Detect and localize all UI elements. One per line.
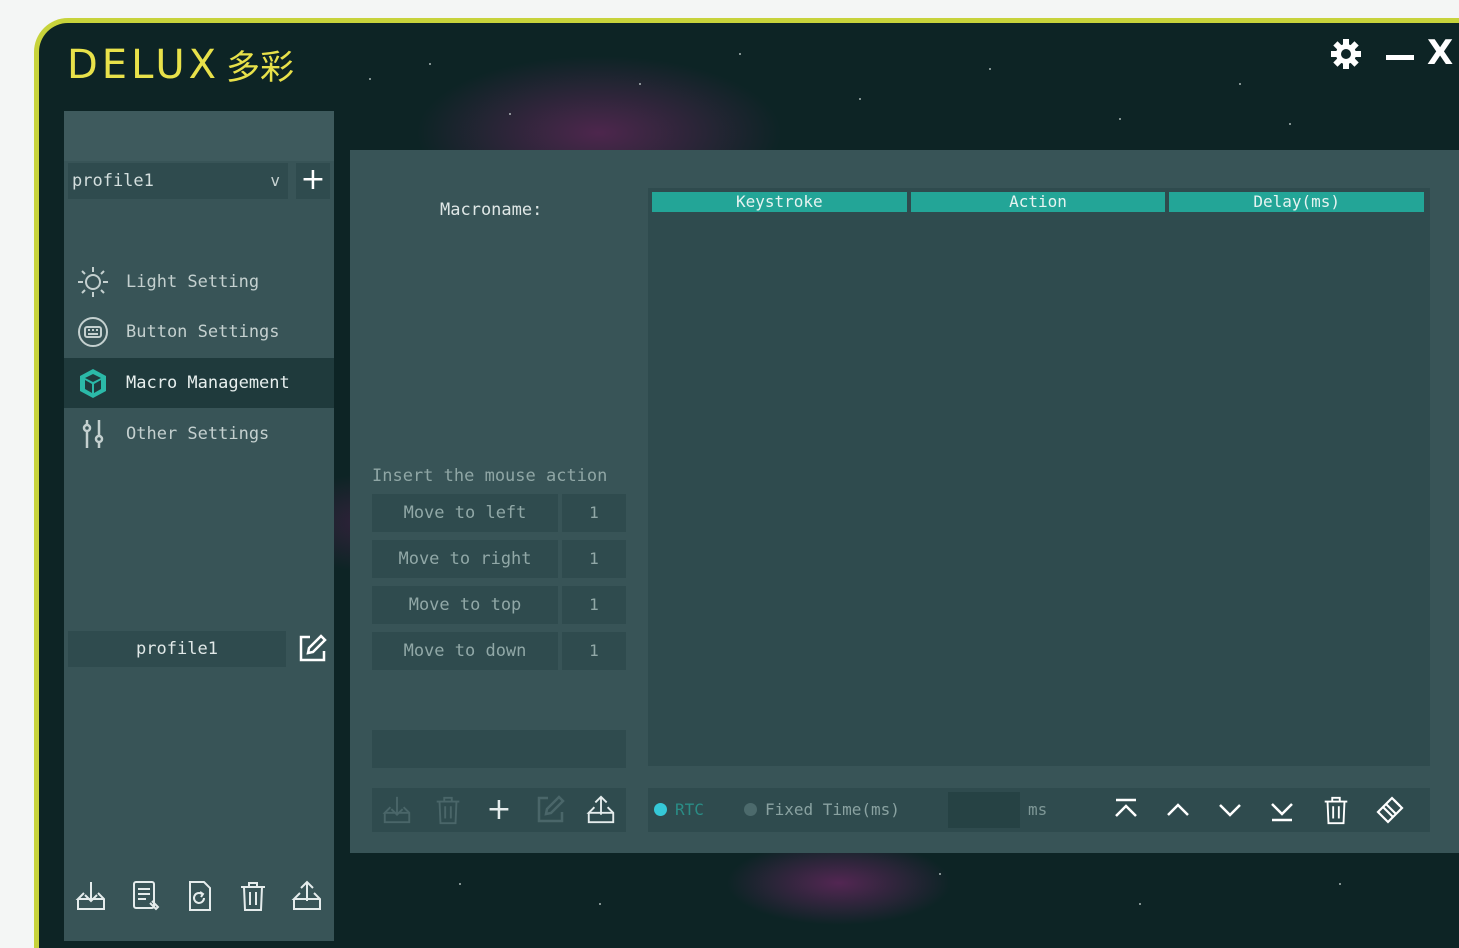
- sidebar-item-macro-management[interactable]: Macro Management: [64, 358, 334, 408]
- rtc-radio[interactable]: RTC: [654, 800, 704, 819]
- star: [989, 68, 991, 70]
- app-logo: DELUX 多彩: [67, 45, 294, 85]
- macro-name-input[interactable]: [372, 730, 626, 768]
- macro-events-table[interactable]: Keystroke Action Delay(ms): [648, 188, 1430, 766]
- star: [599, 903, 601, 905]
- move-top-amount[interactable]: 1: [562, 586, 626, 624]
- trash-icon[interactable]: [1320, 794, 1352, 826]
- macro-panel: Macroname: Insert the mouse action Move …: [350, 150, 1459, 853]
- keyboard-icon: [76, 315, 110, 349]
- star: [1289, 123, 1291, 125]
- clear-icon[interactable]: [1374, 794, 1406, 826]
- sidebar-header: [64, 111, 334, 161]
- column-keystroke: Keystroke: [652, 192, 907, 212]
- cube-icon: [76, 366, 110, 400]
- star: [1239, 83, 1241, 85]
- star: [1339, 883, 1341, 885]
- export-icon[interactable]: [585, 794, 617, 826]
- star: [509, 113, 511, 115]
- move-left-button[interactable]: Move to left: [372, 494, 558, 532]
- profile-dropdown-value: profile1: [72, 171, 154, 191]
- brand-name: DELUX: [67, 42, 221, 88]
- import-icon[interactable]: [74, 879, 108, 913]
- fixed-time-input[interactable]: [948, 792, 1020, 828]
- move-down-button[interactable]: Move to down: [372, 632, 558, 670]
- star: [459, 883, 461, 885]
- macroname-label: Macroname:: [440, 200, 543, 220]
- edit-icon[interactable]: [296, 633, 328, 665]
- column-action: Action: [910, 192, 1166, 212]
- move-top-button[interactable]: Move to top: [372, 586, 558, 624]
- sidebar-item-other-settings[interactable]: Other Settings: [64, 409, 334, 459]
- rtc-label: RTC: [675, 800, 704, 819]
- reset-profile-icon[interactable]: [182, 879, 216, 913]
- sidebar-item-label: Macro Management: [126, 373, 290, 393]
- export-icon[interactable]: [290, 879, 324, 913]
- trash-icon[interactable]: [236, 879, 270, 913]
- macro-toolbar: +: [372, 788, 626, 832]
- app-window: DELUX 多彩 X profile1 v + Light Setting Bu…: [34, 18, 1459, 948]
- profile-name-field[interactable]: profile1: [68, 631, 286, 667]
- mouse-action-move-top: Move to top 1: [372, 586, 626, 624]
- sidebar-item-button-settings[interactable]: Button Settings: [64, 307, 334, 357]
- move-down-icon[interactable]: [1214, 794, 1246, 826]
- sidebar-footer: [64, 871, 334, 921]
- mouse-action-section-title: Insert the mouse action: [372, 466, 608, 486]
- star: [639, 83, 641, 85]
- star: [859, 98, 861, 100]
- move-right-amount[interactable]: 1: [562, 540, 626, 578]
- star: [1139, 903, 1141, 905]
- column-delay: Delay(ms): [1169, 192, 1425, 212]
- ms-unit-label: ms: [1028, 800, 1048, 819]
- chevron-down-icon: v: [270, 171, 280, 190]
- move-to-bottom-icon[interactable]: [1266, 794, 1298, 826]
- import-icon[interactable]: [381, 794, 413, 826]
- brand-name-cn: 多彩: [226, 48, 295, 88]
- minimize-icon[interactable]: [1386, 55, 1414, 60]
- star: [369, 78, 371, 80]
- close-icon[interactable]: X: [1427, 33, 1453, 73]
- move-down-amount[interactable]: 1: [562, 632, 626, 670]
- sidebar-item-label: Other Settings: [126, 424, 270, 444]
- radio-selected-icon: [654, 803, 667, 816]
- star: [739, 53, 741, 55]
- sidebar: profile1 v + Light Setting Button Settin…: [64, 111, 334, 941]
- star: [1119, 118, 1121, 120]
- delay-toolbar: RTC Fixed Time(ms) ms: [648, 788, 1430, 832]
- fixed-time-label: Fixed Time(ms): [765, 800, 900, 819]
- move-right-button[interactable]: Move to right: [372, 540, 558, 578]
- move-left-amount[interactable]: 1: [562, 494, 626, 532]
- move-up-icon[interactable]: [1162, 794, 1194, 826]
- table-header: Keystroke Action Delay(ms): [652, 192, 1425, 212]
- move-to-top-icon[interactable]: [1110, 794, 1142, 826]
- mouse-action-move-down: Move to down 1: [372, 632, 626, 670]
- edit-icon[interactable]: [534, 794, 566, 826]
- mouse-action-move-left: Move to left 1: [372, 494, 626, 532]
- star: [939, 873, 941, 875]
- add-profile-button[interactable]: +: [296, 163, 330, 199]
- light-bulb-icon: [76, 265, 110, 299]
- plus-icon[interactable]: +: [483, 794, 515, 826]
- fixed-time-radio[interactable]: Fixed Time(ms): [744, 800, 900, 819]
- gear-icon[interactable]: [1329, 37, 1363, 71]
- save-profile-icon[interactable]: [128, 879, 162, 913]
- sidebar-item-label: Light Setting: [126, 272, 260, 292]
- mouse-action-move-right: Move to right 1: [372, 540, 626, 578]
- radio-unselected-icon: [744, 803, 757, 816]
- sliders-icon: [76, 417, 110, 451]
- sidebar-item-light-setting[interactable]: Light Setting: [64, 257, 334, 307]
- profile-dropdown[interactable]: profile1 v: [68, 163, 288, 199]
- star: [429, 63, 431, 65]
- sidebar-item-label: Button Settings: [126, 322, 280, 342]
- trash-icon[interactable]: [432, 794, 464, 826]
